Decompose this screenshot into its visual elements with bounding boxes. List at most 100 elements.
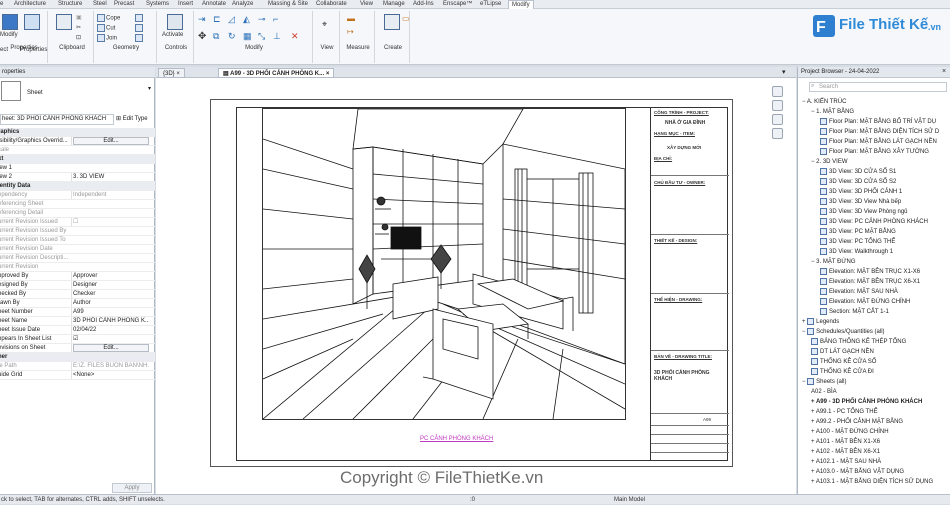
delete-icon[interactable]: ✕: [291, 31, 299, 42]
property-value[interactable]: Independent: [71, 191, 149, 199]
zoom-icon[interactable]: [772, 114, 783, 125]
paint-icon[interactable]: [135, 34, 144, 42]
browser-item[interactable]: THỐNG KÊ CỬA SỔ: [811, 357, 876, 367]
array-icon[interactable]: ▦: [243, 31, 252, 42]
property-row[interactable]: hecked By Checker: [0, 290, 155, 299]
rotate-icon[interactable]: ↻: [228, 31, 236, 42]
browser-item[interactable]: + A103.0 - MẶT BẰNG VẬT DỤNG: [811, 467, 904, 477]
activate-icon[interactable]: [167, 14, 183, 30]
browser-item[interactable]: + A100 - MẶT ĐỨNG CHÍNH: [811, 427, 889, 437]
ribbon-tab-precast[interactable]: Precast: [114, 0, 134, 9]
browser-item[interactable]: + A103.1 - MẶT BẰNG DIỆN TÍCH SỬ DỤNG: [811, 477, 933, 487]
property-value[interactable]: A99: [71, 308, 149, 316]
browser-item[interactable]: − 3. MẶT ĐỨNG: [811, 257, 856, 267]
browser-item[interactable]: − 2. 3D VIEW: [811, 157, 848, 167]
modify-button[interactable]: Modify: [0, 32, 18, 38]
properties-icon[interactable]: [24, 14, 40, 30]
close-icon[interactable]: ×: [326, 71, 330, 77]
ribbon-tab-manage[interactable]: Manage: [383, 0, 405, 9]
copy-icon[interactable]: ▣: [76, 14, 82, 21]
property-row[interactable]: heet Number A99: [0, 308, 155, 317]
cut-button[interactable]: Cut: [97, 24, 115, 32]
browser-item[interactable]: − A. KIẾN TRÚC: [802, 97, 846, 107]
property-row[interactable]: urrent Revision Issued By: [0, 227, 155, 236]
cope-button[interactable]: Cope: [97, 14, 120, 22]
tab-a99-sheet[interactable]: ▤ A99 - 3D PHỐI CẢNH PHÒNG K... ×: [218, 68, 335, 78]
instance-selector[interactable]: heet: 3D PHỐI CẢNH PHÒNG KHÁCH: [0, 114, 114, 125]
mirror-axis-icon[interactable]: ◿: [228, 14, 235, 25]
property-row[interactable]: urrent Revision Date: [0, 245, 155, 254]
ribbon-tab-etlipse[interactable]: eTLipse: [480, 0, 501, 9]
property-group[interactable]: her: [0, 353, 155, 362]
copy-element-icon[interactable]: ⧉: [213, 31, 219, 42]
property-row[interactable]: urrent Revision Descripti...: [0, 254, 155, 263]
browser-search-input[interactable]: Search: [809, 82, 947, 92]
browser-item[interactable]: BẢNG THỐNG KÊ THÉP TỔNG: [811, 337, 906, 347]
browser-item[interactable]: Section: MẶT CẮT 1-1: [820, 307, 889, 317]
wall-joins-icon[interactable]: [135, 24, 144, 32]
paste-icon[interactable]: [56, 14, 72, 30]
trim-icon[interactable]: ⌐: [273, 14, 278, 24]
join-button[interactable]: Join: [97, 34, 117, 42]
property-row[interactable]: eferencing Detail: [0, 209, 155, 218]
property-value[interactable]: ☑: [71, 335, 149, 343]
property-row[interactable]: iew 1: [0, 164, 155, 173]
property-row[interactable]: isibility/Graphics Overrid... Edit...: [0, 137, 155, 146]
tab-menu-icon[interactable]: ▾: [782, 68, 786, 76]
browser-item[interactable]: Floor Plan: MẶT BẰNG DIỆN TÍCH SỬ D: [820, 127, 939, 137]
3d-viewport[interactable]: [262, 108, 626, 420]
ribbon-tab-enscape-[interactable]: Enscape™: [443, 0, 472, 9]
zoom-dropdown-icon[interactable]: [772, 128, 783, 139]
browser-item[interactable]: − Sheets (all): [802, 377, 847, 387]
move-icon[interactable]: ✥: [198, 31, 206, 42]
property-value[interactable]: Checker: [71, 290, 149, 298]
edit-button[interactable]: Edit...: [71, 344, 149, 352]
browser-item[interactable]: 3D View: 3D CỬA SỔ S1: [820, 167, 896, 177]
align-icon[interactable]: ⇥: [198, 14, 206, 25]
browser-item[interactable]: − 1. MẶT BẰNG: [811, 107, 854, 117]
ribbon-tab-insert[interactable]: Insert: [178, 0, 193, 9]
browser-item[interactable]: 3D View: Walkthrough 1: [820, 247, 893, 257]
property-row[interactable]: urrent Revision: [0, 263, 155, 272]
browser-item[interactable]: Floor Plan: MẶT BẰNG LÁT GẠCH NỀN: [820, 137, 937, 147]
property-group[interactable]: lentity Data: [0, 182, 155, 191]
browser-item[interactable]: Elevation: MẶT ĐỨNG CHÍNH: [820, 297, 910, 307]
browser-item[interactable]: + A99.2 - PHỐI CẢNH MẶT BẰNG: [811, 417, 903, 427]
close-icon[interactable]: ×: [942, 68, 946, 75]
property-value[interactable]: ☐: [71, 218, 149, 226]
split-face-icon[interactable]: [135, 14, 144, 22]
property-value[interactable]: E:\Z. FILES BUON BAN\NH...: [71, 362, 149, 370]
apply-button[interactable]: Apply: [112, 483, 152, 493]
property-value[interactable]: 3. 3D VIEW: [71, 173, 149, 181]
ribbon-tab-add-ins[interactable]: Add-Ins: [413, 0, 434, 9]
ribbon-tab-annotate[interactable]: Annotate: [202, 0, 226, 9]
property-row[interactable]: heet Issue Date 02/04/22: [0, 326, 155, 335]
property-row[interactable]: ependency Independent: [0, 191, 155, 200]
browser-item[interactable]: Elevation: MẶT BÊN TRỤC X6-X1: [820, 277, 920, 287]
scale-icon[interactable]: ⤡: [258, 31, 265, 42]
close-icon[interactable]: ×: [176, 71, 180, 77]
browser-item[interactable]: − Schedules/Quantities (all): [802, 327, 885, 337]
modify-cursor-icon[interactable]: [2, 14, 18, 30]
property-row[interactable]: evisions on Sheet Edit...: [0, 344, 155, 353]
offset-icon[interactable]: ⊏: [213, 14, 221, 25]
property-row[interactable]: urrent Revision Issued ☐: [0, 218, 155, 227]
property-row[interactable]: iew 2 3. 3D VIEW: [0, 173, 155, 182]
edit-button[interactable]: Edit...: [71, 137, 149, 145]
property-group[interactable]: xt: [0, 155, 155, 164]
mirror-draw-icon[interactable]: ◭: [243, 14, 250, 25]
view-cube-icon[interactable]: [772, 86, 783, 97]
steering-wheel-icon[interactable]: [772, 100, 783, 111]
browser-item[interactable]: Elevation: MẶT BÊN TRỤC X1-X6: [820, 267, 920, 277]
viewport-title[interactable]: PC CẢNH PHÒNG KHÁCH: [420, 436, 493, 442]
ribbon-tab-systems[interactable]: Systems: [146, 0, 169, 9]
browser-item[interactable]: + Legends: [802, 317, 839, 327]
browser-item[interactable]: + A102.1 - MẶT SAU NHÀ: [811, 457, 881, 467]
ribbon-tab-structure[interactable]: Structure: [58, 0, 82, 9]
ribbon-tab-architecture[interactable]: Architecture: [14, 0, 46, 9]
browser-item[interactable]: DT LÁT GẠCH NỀN: [811, 347, 874, 357]
browser-item[interactable]: 3D View: PC CẢNH PHÒNG KHÁCH: [820, 217, 928, 227]
browser-item[interactable]: Floor Plan: MẶT BẰNG XÂY TƯỜNG: [820, 147, 929, 157]
property-row[interactable]: esigned By Designer: [0, 281, 155, 290]
property-value[interactable]: 3D PHỐI CẢNH PHÒNG K...: [71, 317, 149, 325]
